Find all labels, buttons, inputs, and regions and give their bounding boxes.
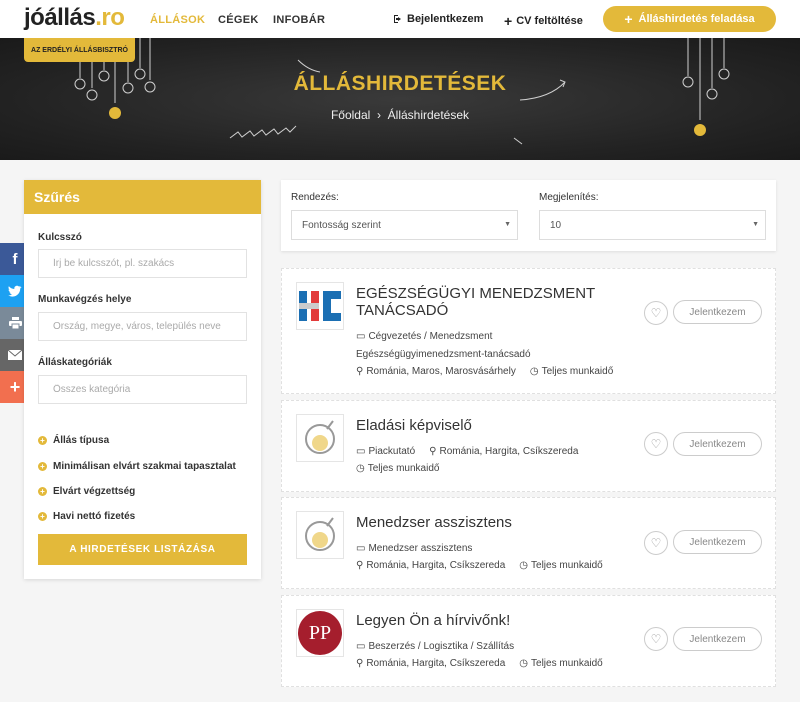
company-logo-placeholder (296, 414, 344, 462)
heart-icon: ♡ (650, 437, 662, 451)
job-title[interactable]: Legyen Ön a hírvivőnk! (356, 612, 616, 629)
plus-circle-icon: + (38, 487, 47, 496)
company-logo: PP (296, 609, 344, 657)
apply-button[interactable]: Jelentkezem (673, 432, 762, 456)
briefcase-icon: ▭ (356, 641, 366, 652)
clock-icon: ◷ (356, 463, 365, 474)
location-label: Munkavégzés helye (38, 294, 132, 305)
breadcrumb-home[interactable]: Főoldal (331, 108, 370, 122)
display-label: Megjelenítés: (539, 192, 599, 203)
education-expander[interactable]: + Elvárt végzettség (38, 486, 135, 497)
job-company: Egészségügyimenedzsment-tanácsadó (356, 349, 531, 360)
dropdown-arrow-icon: ▼ (504, 221, 511, 228)
breadcrumb: Főoldal › Álláshirdetések (0, 108, 800, 122)
print-icon (8, 317, 22, 329)
plus-circle-icon: + (38, 436, 47, 445)
map-pin-icon: ⚲ (356, 560, 364, 571)
category-input[interactable] (38, 375, 247, 404)
login-link[interactable]: Bejelentkezem (393, 13, 483, 25)
map-pin-icon: ⚲ (356, 658, 364, 669)
display-count-select[interactable]: 10 ▼ (539, 210, 766, 240)
briefcase-icon: ▭ (356, 543, 366, 554)
filter-panel: Szűrés Kulcsszó Munkavégzés helye Állásk… (24, 180, 261, 579)
favorite-button[interactable]: ♡ (644, 432, 668, 456)
post-job-button[interactable]: + Álláshirdetés feladása (603, 6, 776, 32)
list-jobs-button[interactable]: A HIRDETÉSEK LISTÁZÁSA (38, 534, 247, 565)
job-type-expander[interactable]: + Állás típusa (38, 435, 109, 446)
clock-icon: ◷ (529, 366, 539, 377)
job-category: ▭ Beszerzés / Logisztika / Szállítás (356, 641, 515, 652)
pp-logo-mark: PP (298, 611, 342, 655)
clock-icon: ◷ (519, 658, 529, 669)
nav-cegek[interactable]: CÉGEK (218, 14, 259, 26)
job-card[interactable]: Menedzser asszisztens ▭ Menedzser asszis… (281, 497, 776, 589)
keyword-label: Kulcsszó (38, 232, 82, 243)
heart-icon: ♡ (650, 536, 662, 550)
favorite-button[interactable]: ♡ (644, 301, 668, 325)
keyword-input[interactable] (38, 249, 247, 278)
order-select[interactable]: Fontosság szerint ▼ (291, 210, 518, 240)
filter-title: Szűrés (24, 180, 261, 214)
job-title[interactable]: EGÉSZSÉGÜGYI MENEDZSMENT TANÁCSADÓ (356, 285, 616, 319)
clock-icon: ◷ (519, 560, 529, 571)
share-plus-icon: + (9, 376, 21, 397)
nav-allasok[interactable]: ÁLLÁSOK (150, 14, 205, 26)
job-meta: ⚲ Románia, Hargita, Csíkszereda ◷ Teljes… (356, 658, 603, 669)
cv-upload-link[interactable]: + CV feltöltése (504, 13, 583, 29)
plus-icon: + (504, 13, 513, 29)
job-card[interactable]: Eladási képviselő ▭ Piackutató ⚲ Románia… (281, 400, 776, 492)
favorite-button[interactable]: ♡ (644, 627, 668, 651)
job-card[interactable]: EGÉSZSÉGÜGYI MENEDZSMENT TANÁCSADÓ ▭ Cég… (281, 268, 776, 394)
email-icon (8, 350, 22, 360)
job-type: ◷ Teljes munkaidő (356, 463, 440, 474)
twitter-icon (8, 285, 22, 297)
breadcrumb-current: Álláshirdetések (387, 108, 470, 122)
experience-expander[interactable]: + Minimálisan elvárt szakmai tapasztalat (38, 461, 236, 472)
job-category: ▭ Cégvezetés / Menedzsment (356, 331, 493, 342)
plus-circle-icon: + (38, 462, 47, 471)
dropdown-arrow-icon: ▼ (752, 221, 759, 228)
order-label: Rendezés: (291, 192, 339, 203)
job-category: ▭ Menedzser asszisztens (356, 543, 473, 554)
heart-icon: ♡ (650, 306, 662, 320)
salary-expander[interactable]: + Havi nettó fizetés (38, 511, 135, 522)
nav-infobar[interactable]: INFOBÁR (273, 14, 325, 26)
apply-button[interactable]: Jelentkezem (673, 530, 762, 554)
map-pin-icon: ⚲ (356, 366, 364, 377)
map-pin-icon: ⚲ (429, 446, 437, 457)
job-meta: ▭ Piackutató ⚲ Románia, Hargita, Csíksze… (356, 446, 579, 457)
sort-bar: Rendezés: Fontosság szerint ▼ Megjelenít… (281, 180, 776, 251)
heart-icon: ♡ (650, 632, 662, 646)
job-meta: ⚲ Románia, Maros, Marosvásárhely ◷ Telje… (356, 366, 614, 377)
company-logo-placeholder (296, 511, 344, 559)
plus-circle-icon: + (38, 512, 47, 521)
company-logo (296, 282, 344, 330)
favorite-button[interactable]: ♡ (644, 531, 668, 555)
job-title[interactable]: Menedzser asszisztens (356, 514, 616, 531)
category-label: Álláskategóriák (38, 357, 112, 368)
facebook-icon: f (12, 250, 18, 268)
briefcase-icon: ▭ (356, 446, 366, 457)
job-meta: ⚲ Románia, Hargita, Csíkszereda ◷ Teljes… (356, 560, 603, 571)
page-title: ÁLLÁSHIRDETÉSEK (293, 72, 507, 95)
apply-button[interactable]: Jelentkezem (673, 627, 762, 651)
briefcase-icon: ▭ (356, 331, 366, 342)
job-title[interactable]: Eladási képviselő (356, 417, 616, 434)
apply-button[interactable]: Jelentkezem (673, 300, 762, 324)
plus-icon: + (624, 11, 633, 27)
site-logo[interactable]: jóállás.ro (24, 4, 125, 32)
site-header: jóállás.ro ÁLLÁSOK CÉGEK INFOBÁR Bejelen… (0, 0, 800, 38)
tagline-badge: AZ ERDÉLYI ÁLLÁSBISZTRÓ (24, 38, 135, 62)
location-input[interactable] (38, 312, 247, 341)
job-card[interactable]: PP Legyen Ön a hírvivőnk! ▭ Beszerzés / … (281, 595, 776, 687)
login-icon (394, 15, 401, 23)
breadcrumb-separator: › (376, 108, 381, 122)
